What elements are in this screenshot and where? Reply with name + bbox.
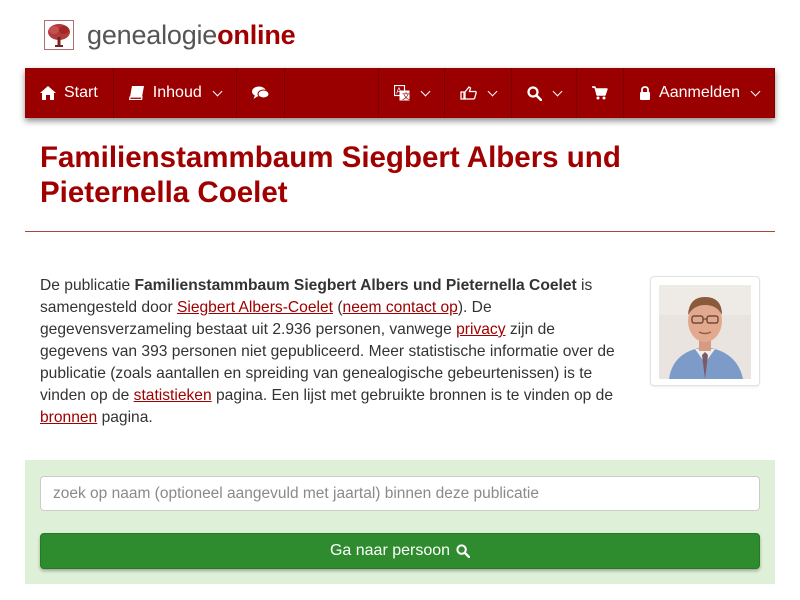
nav-search[interactable] bbox=[512, 68, 578, 118]
brand-part-online: online bbox=[217, 20, 296, 50]
chevron-down-icon bbox=[212, 86, 223, 96]
privacy-link[interactable]: privacy bbox=[456, 321, 505, 338]
author-photo[interactable] bbox=[650, 276, 760, 386]
nav-inhoud[interactable]: Inhoud bbox=[114, 68, 237, 118]
nav-cart[interactable] bbox=[577, 68, 625, 118]
nav-start-label: Start bbox=[64, 84, 98, 101]
go-to-person-button[interactable]: Ga naar persoon bbox=[40, 533, 760, 569]
intro-text: pagina. bbox=[97, 409, 153, 426]
nav-start[interactable]: Start bbox=[25, 68, 114, 118]
go-to-person-label: Ga naar persoon bbox=[329, 542, 451, 559]
site-header: genealogieonline bbox=[44, 18, 296, 52]
nav-login-label: Aanmelden bbox=[659, 84, 740, 101]
sources-link[interactable]: bronnen bbox=[40, 409, 97, 426]
contact-link[interactable]: neem contact op bbox=[343, 299, 458, 316]
home-icon bbox=[40, 86, 56, 100]
brand-logo[interactable]: genealogieonline bbox=[87, 20, 296, 50]
intro-text: pagina. Een lijst met gebruikte bronnen … bbox=[211, 387, 614, 404]
search-panel: Ga naar persoon bbox=[25, 460, 775, 584]
nav-login[interactable]: Aanmelden bbox=[624, 68, 775, 118]
search-icon bbox=[456, 544, 471, 558]
nav-inhoud-label: Inhoud bbox=[152, 84, 202, 101]
publication-intro: De publicatie Familienstammbaum Siegbert… bbox=[40, 275, 620, 429]
thumbs-up-icon bbox=[460, 86, 477, 100]
title-divider bbox=[25, 231, 775, 232]
main-navbar: Start Inhoud A文 Aanmelden bbox=[25, 68, 775, 118]
chevron-down-icon bbox=[552, 86, 563, 96]
lock-icon bbox=[639, 86, 651, 100]
publication-name: Familienstammbaum Siegbert Albers und Pi… bbox=[134, 277, 577, 294]
book-icon bbox=[128, 86, 145, 100]
cart-icon bbox=[592, 86, 608, 100]
nav-comments[interactable] bbox=[237, 68, 285, 118]
page-title: Familienstammbaum Siegbert Albers und Pi… bbox=[40, 141, 621, 209]
chevron-down-icon bbox=[487, 86, 498, 96]
nav-language[interactable]: A文 bbox=[378, 68, 446, 118]
search-icon bbox=[527, 85, 543, 101]
tree-logo-icon[interactable] bbox=[44, 20, 74, 50]
author-link[interactable]: Siegbert Albers-Coelet bbox=[177, 299, 333, 316]
svg-text:文: 文 bbox=[402, 91, 410, 101]
brand-part-genealogie: genealogie bbox=[87, 20, 218, 50]
person-search-input[interactable] bbox=[40, 476, 760, 511]
chevron-down-icon bbox=[420, 86, 431, 96]
translate-icon: A文 bbox=[394, 85, 410, 101]
intro-text: ( bbox=[333, 299, 343, 316]
intro-text: De publicatie bbox=[40, 277, 135, 294]
statistics-link[interactable]: statistieken bbox=[134, 387, 212, 404]
nav-share[interactable] bbox=[445, 68, 513, 118]
comments-icon bbox=[251, 86, 269, 100]
chevron-down-icon bbox=[750, 86, 761, 96]
